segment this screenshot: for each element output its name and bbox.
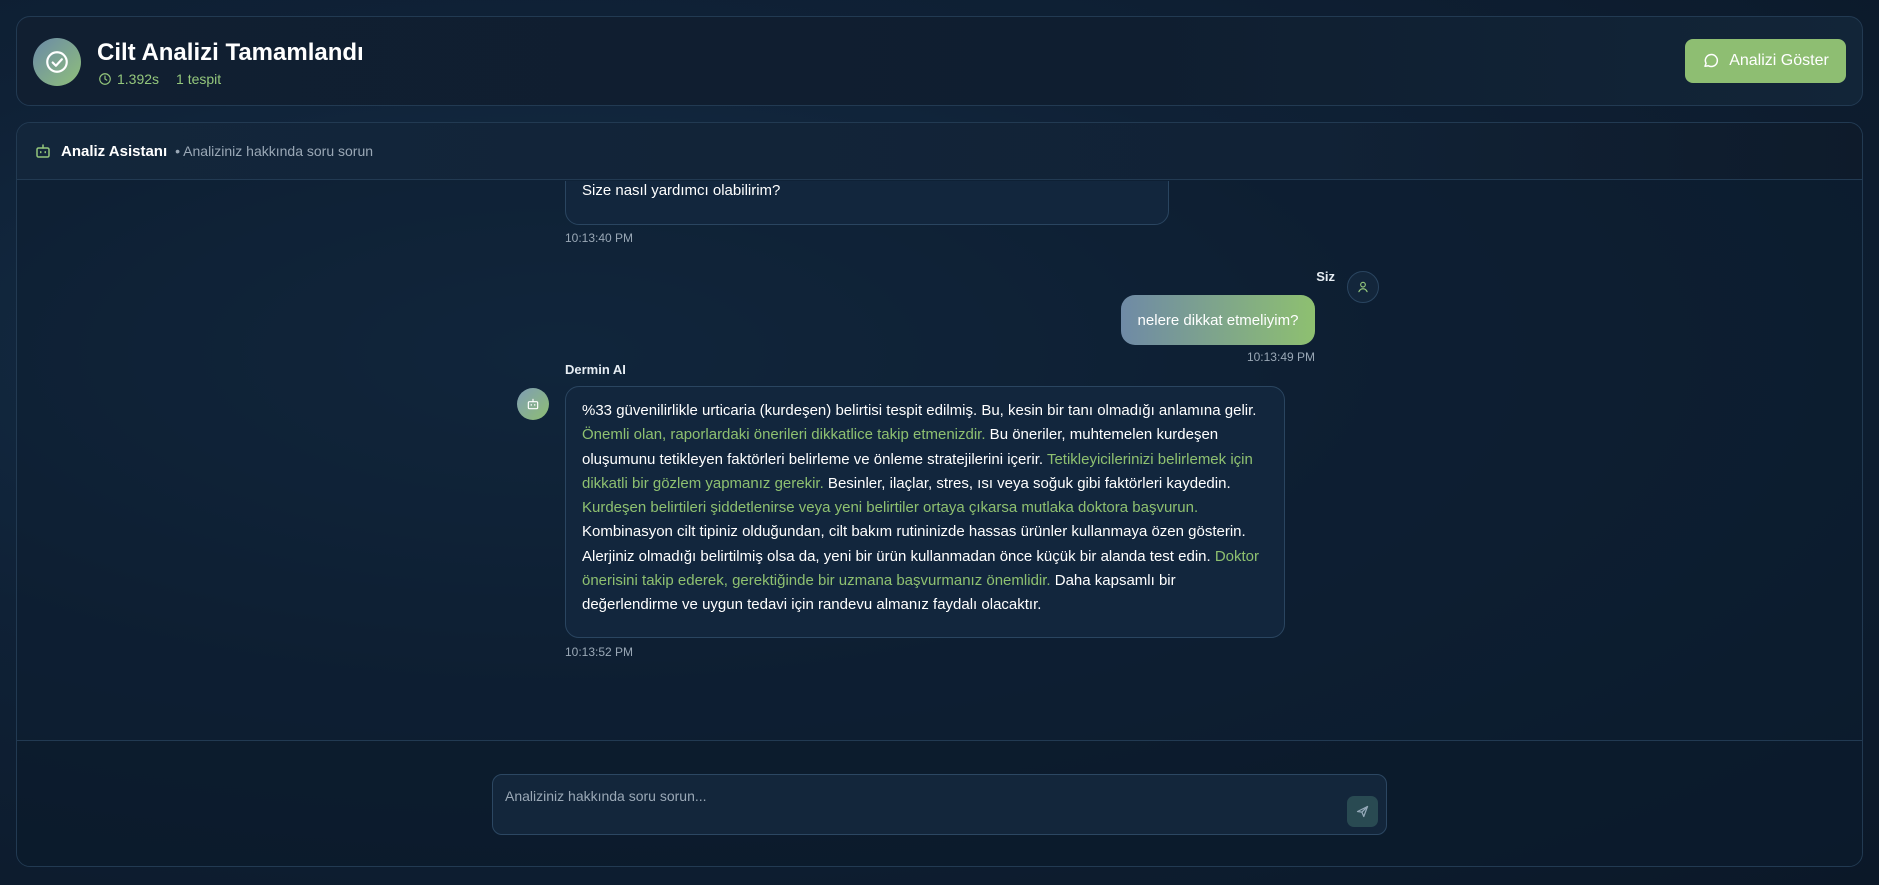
- show-analysis-button[interactable]: Analizi Göster: [1685, 39, 1846, 83]
- send-icon: [1355, 804, 1370, 819]
- message-text: Size nasıl yardımcı olabilirim?: [582, 181, 781, 199]
- chat-panel: Analiz Asistanı • Analiziniz hakkında so…: [16, 122, 1863, 867]
- message-text-segment: %33 güvenilirlikle urticaria (kurdeşen) …: [582, 402, 1257, 419]
- composer-area: [17, 740, 1862, 866]
- page-title: Cilt Analizi Tamamlandı: [97, 39, 364, 66]
- highlighted-text: Kurdeşen belirtileri şiddetlenirse veya …: [582, 499, 1199, 517]
- assistant-subtitle: • Analiziniz hakkında soru sorun: [175, 143, 374, 159]
- assistant-message: Size nasıl yardımcı olabilirim?: [565, 181, 1169, 225]
- send-button[interactable]: [1347, 796, 1378, 827]
- message-text: nelere dikkat etmeliyim?: [1137, 311, 1299, 329]
- check-circle-icon: [33, 38, 81, 86]
- clock-icon: [98, 72, 112, 86]
- show-analysis-label: Analizi Göster: [1729, 52, 1829, 69]
- user-avatar: [1347, 271, 1379, 303]
- message-text: %33 güvenilirlikle urticaria (kurdeşen) …: [582, 399, 1268, 618]
- user-sender-name: Siz: [1316, 269, 1335, 284]
- composer: [492, 774, 1387, 835]
- message-text-segment: Besinler, ilaçlar, stres, ısı veya soğuk…: [823, 474, 1231, 492]
- message-text-segment: Kombinasyon cilt tipiniz olduğundan, cil…: [582, 523, 1246, 565]
- user-message: nelere dikkat etmeliyim?: [1121, 295, 1315, 345]
- assistant-sender-name: Dermin AI: [565, 362, 626, 377]
- message-time: 10:13:40 PM: [565, 231, 634, 245]
- user-icon: [1356, 280, 1370, 294]
- highlighted-text: Önemli olan, raporlardaki önerileri dikk…: [582, 426, 986, 444]
- analysis-header: Cilt Analizi Tamamlandı 1.392s 1 tespit …: [16, 16, 1863, 106]
- assistant-avatar: [517, 388, 549, 420]
- analysis-meta: 1.392s 1 tespit: [98, 71, 221, 87]
- assistant-message: %33 güvenilirlikle urticaria (kurdeşen) …: [565, 386, 1285, 638]
- message-time: 10:13:49 PM: [1246, 350, 1315, 364]
- message-time: 10:13:52 PM: [565, 645, 634, 659]
- robot-icon: [34, 142, 52, 160]
- question-input[interactable]: [505, 785, 1305, 807]
- message-list[interactable]: Size nasıl yardımcı olabilirim? 10:13:40…: [17, 181, 1862, 741]
- chat-header: Analiz Asistanı • Analiziniz hakkında so…: [17, 123, 1862, 180]
- robot-icon: [526, 397, 540, 411]
- chat-bubble-icon: [1702, 52, 1720, 70]
- assistant-name: Analiz Asistanı: [61, 142, 168, 160]
- analysis-duration: 1.392s: [117, 71, 160, 87]
- findings-count: 1 tespit: [176, 71, 222, 87]
